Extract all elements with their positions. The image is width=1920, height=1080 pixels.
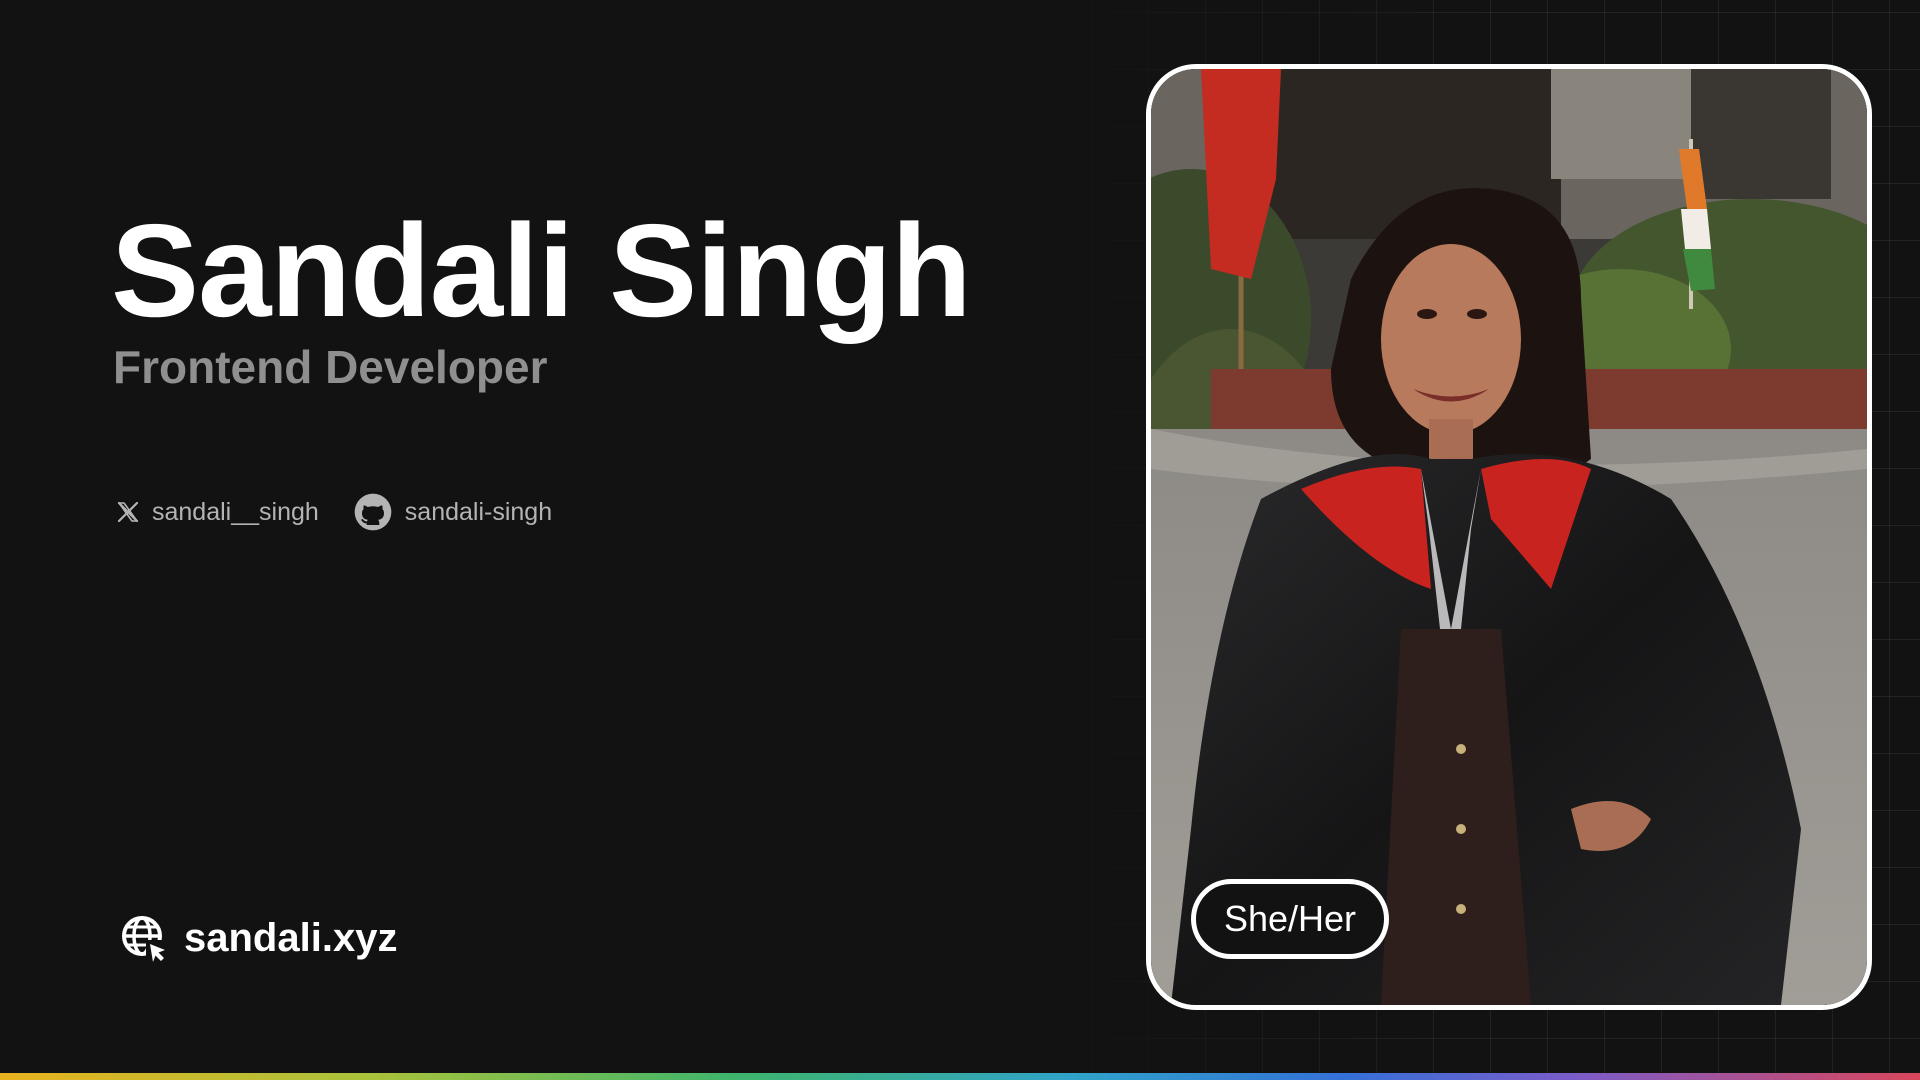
website-link[interactable]: sandali.xyz xyxy=(120,911,397,965)
profile-photo-card: She/Her xyxy=(1146,64,1872,1010)
rainbow-accent-bar xyxy=(0,1073,1920,1080)
globe-cursor-icon xyxy=(120,914,168,962)
social-link-x[interactable]: sandali__singh xyxy=(116,498,319,527)
social-link-github[interactable]: sandali-singh xyxy=(353,492,552,532)
profile-role: Frontend Developer xyxy=(113,341,548,393)
social-handle-x: sandali__singh xyxy=(152,497,319,526)
social-handle-github: sandali-singh xyxy=(404,497,553,526)
social-links: sandali__singh sandali-singh xyxy=(116,490,586,534)
profile-banner: Sandali Singh Frontend Developer sandali… xyxy=(0,0,1920,1080)
x-logo-icon xyxy=(116,500,140,524)
profile-photo xyxy=(1151,69,1867,1005)
github-icon xyxy=(353,492,393,532)
website-label: sandali.xyz xyxy=(184,915,398,960)
pronouns-badge: She/Her xyxy=(1191,879,1389,959)
profile-name: Sandali Singh xyxy=(111,197,972,344)
